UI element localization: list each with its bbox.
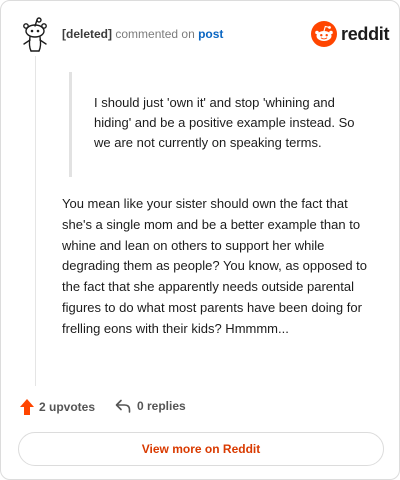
username[interactable]: [deleted] [62, 27, 112, 41]
action-text: commented on [115, 27, 195, 41]
reddit-logo-icon [311, 21, 337, 47]
quote-text: I should just 'own it' and stop 'whining… [94, 95, 355, 150]
thread-line [35, 56, 36, 386]
comment-body: You mean like your sister should own the… [62, 196, 368, 336]
upvote-count: 2 upvotes [39, 400, 96, 414]
logo-text: reddit [341, 23, 390, 44]
replies-count: 0 replies [137, 399, 186, 413]
reddit-logo[interactable]: reddit [311, 21, 390, 47]
upvote-button[interactable]: 2 upvotes [20, 399, 95, 415]
reddit-comment-card: [deleted] commented on post reddit I sho… [0, 0, 400, 480]
upvote-arrow-icon [20, 399, 34, 415]
post-link[interactable]: post [198, 27, 223, 41]
reply-arrow-icon [115, 399, 131, 413]
comment-header: [deleted] commented on post [62, 27, 223, 41]
replies-button[interactable]: 0 replies [115, 399, 186, 413]
view-more-button[interactable]: View more on Reddit [18, 432, 384, 466]
snoo-avatar-icon [20, 17, 50, 53]
quote-block: I should just 'own it' and stop 'whining… [69, 72, 367, 177]
